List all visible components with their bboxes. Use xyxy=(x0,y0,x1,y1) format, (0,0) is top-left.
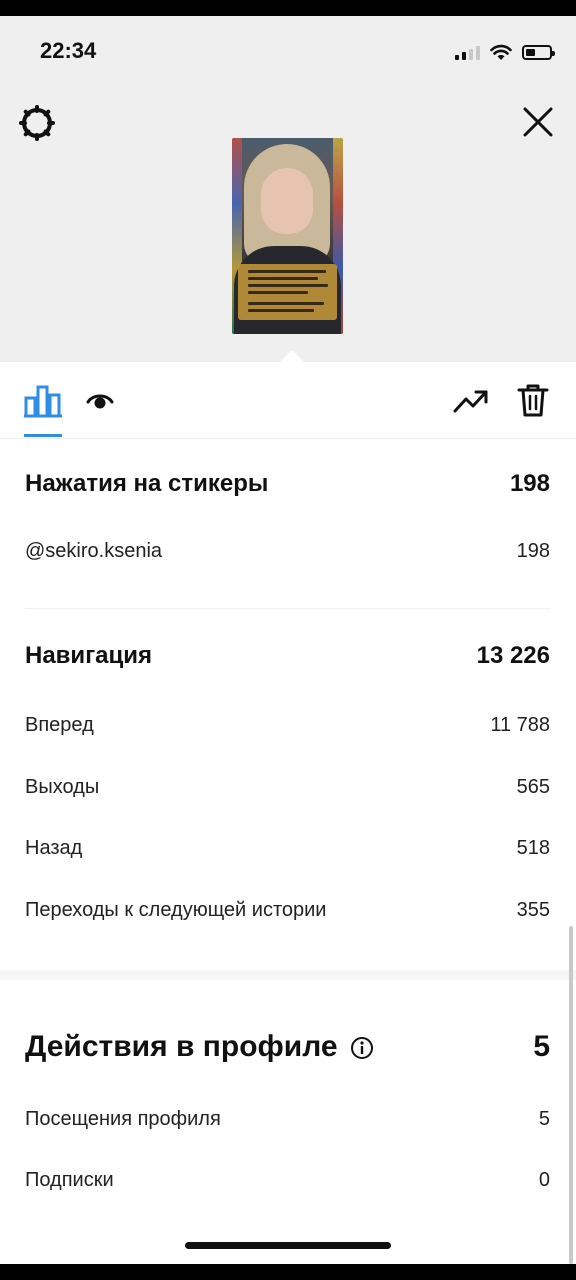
profile-actions-total: 5 xyxy=(533,1030,550,1063)
nav-exits-label: Выходы xyxy=(25,776,100,798)
sticker-taps-title: Нажатия на стикеры xyxy=(25,470,269,497)
cellular-signal-icon xyxy=(455,44,480,60)
navigation-title: Навигация xyxy=(25,642,153,669)
section-gap xyxy=(0,970,576,980)
status-time: 22:34 xyxy=(40,38,97,63)
trash-icon[interactable] xyxy=(516,382,550,418)
navigation-total: 13 226 xyxy=(476,642,550,669)
scrollbar[interactable] xyxy=(569,926,573,1264)
trending-up-icon[interactable] xyxy=(452,386,490,416)
eye-icon[interactable] xyxy=(86,388,114,414)
nav-back-label: Назад xyxy=(25,837,83,859)
follows-label: Подписки xyxy=(25,1169,114,1191)
wifi-icon xyxy=(490,44,512,60)
story-preview-area: 22:34 xyxy=(0,16,576,364)
nav-row-forward: Вперед 11 788 xyxy=(25,714,550,737)
follows-value: 0 xyxy=(538,1169,550,1191)
nav-back-value: 518 xyxy=(516,837,550,859)
screen: 22:34 Нажатия на стикеры 198 @sekiro.kse… xyxy=(0,16,576,1264)
profile-visits-value: 5 xyxy=(538,1108,550,1130)
profile-actions-title: Действия в профиле xyxy=(25,1030,338,1063)
profile-actions-header: Действия в профиле 5 xyxy=(25,1030,550,1064)
nav-row-exits: Выходы 565 xyxy=(25,776,550,799)
battery-icon xyxy=(522,44,555,60)
close-icon[interactable] xyxy=(518,102,558,142)
nav-next-story-label: Переходы к следующей истории xyxy=(25,899,327,921)
sticker-taps-header: Нажатия на стикеры 198 xyxy=(25,470,550,498)
story-thumbnail[interactable] xyxy=(232,138,343,334)
nav-next-story-value: 355 xyxy=(516,899,550,921)
nav-row-back: Назад 518 xyxy=(25,837,550,860)
nav-forward-label: Вперед xyxy=(25,714,94,736)
nav-forward-value: 11 788 xyxy=(490,714,550,736)
profile-visits-row: Посещения профиля 5 xyxy=(25,1108,550,1131)
sticker-mention-label: @sekiro.ksenia xyxy=(25,540,163,562)
nav-row-next-story: Переходы к следующей истории 355 xyxy=(25,899,550,922)
settings-gear-icon[interactable] xyxy=(18,104,56,142)
sticker-taps-total: 198 xyxy=(509,470,550,497)
nav-exits-value: 565 xyxy=(516,776,550,798)
follows-row: Подписки 0 xyxy=(25,1169,550,1192)
navigation-header: Навигация 13 226 xyxy=(25,642,550,670)
profile-actions-title-wrap: Действия в профиле xyxy=(25,1030,374,1064)
section-divider xyxy=(25,608,550,609)
profile-visits-label: Посещения профиля xyxy=(25,1108,221,1130)
tab-active-indicator xyxy=(24,434,62,437)
sticker-row[interactable]: @sekiro.ksenia 198 xyxy=(25,540,550,563)
status-icons xyxy=(455,42,555,62)
insights-tabbar xyxy=(0,362,576,439)
info-icon[interactable] xyxy=(350,1036,374,1060)
bar-chart-icon[interactable] xyxy=(24,384,62,418)
sticker-mention-value: 198 xyxy=(516,540,550,562)
home-indicator[interactable] xyxy=(185,1242,391,1249)
